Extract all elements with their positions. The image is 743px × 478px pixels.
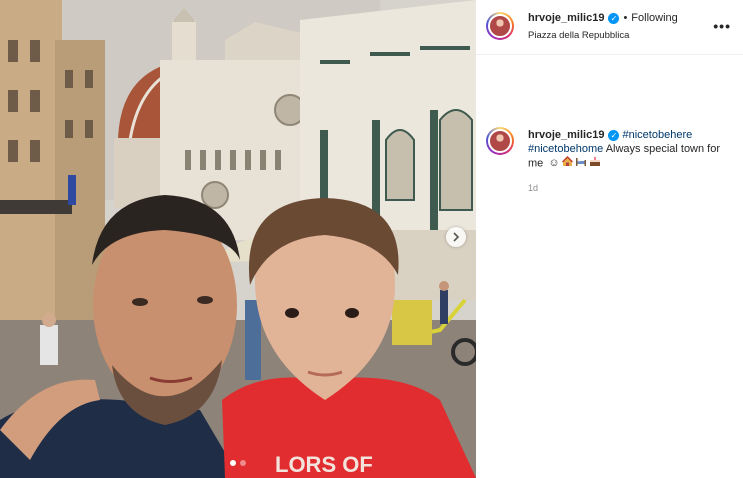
hashtag-nicetobehome[interactable]: #nicetobehome bbox=[528, 143, 603, 155]
post-header: hrvoje_milic19 ✓ • Following Piazza dell… bbox=[476, 0, 743, 55]
post-timestamp[interactable]: 1d bbox=[528, 183, 538, 193]
carousel-dot-2 bbox=[240, 460, 246, 466]
location-link[interactable]: Piazza della Repubblica bbox=[528, 30, 629, 41]
photo-image: LORS OF bbox=[0, 0, 476, 478]
bed-emoji-icon bbox=[575, 156, 587, 171]
header-username[interactable]: hrvoje_milic19 bbox=[528, 12, 604, 24]
avatar[interactable] bbox=[486, 12, 514, 40]
caption-avatar[interactable] bbox=[486, 127, 514, 155]
next-slide-button[interactable] bbox=[446, 227, 466, 247]
following-button[interactable]: Following bbox=[631, 12, 677, 24]
caption-username[interactable]: hrvoje_milic19 bbox=[528, 129, 604, 141]
header-separator: • bbox=[623, 12, 628, 24]
cake-emoji-icon bbox=[589, 156, 601, 171]
more-options-icon[interactable]: ••• bbox=[713, 18, 731, 34]
hashtag-nicetobehere[interactable]: #nicetobehere bbox=[623, 129, 693, 141]
carousel-indicator bbox=[0, 460, 476, 466]
verified-badge-icon: ✓ bbox=[608, 12, 620, 24]
caption-text: hrvoje_milic19 ✓ #nicetobehere #nicetobeh… bbox=[528, 128, 728, 171]
carousel-dot-1 bbox=[230, 460, 236, 466]
smile-emoji-icon: ☺ bbox=[548, 157, 560, 169]
caption-verified-badge-icon: ✓ bbox=[608, 130, 620, 141]
post-photo[interactable]: LORS OF bbox=[0, 0, 476, 478]
house-emoji-icon bbox=[561, 156, 573, 171]
caption-emojis: ☺ bbox=[548, 156, 600, 171]
post-side-panel: hrvoje_milic19 ✓ • Following Piazza dell… bbox=[476, 0, 743, 478]
chevron-right-icon bbox=[453, 232, 460, 242]
